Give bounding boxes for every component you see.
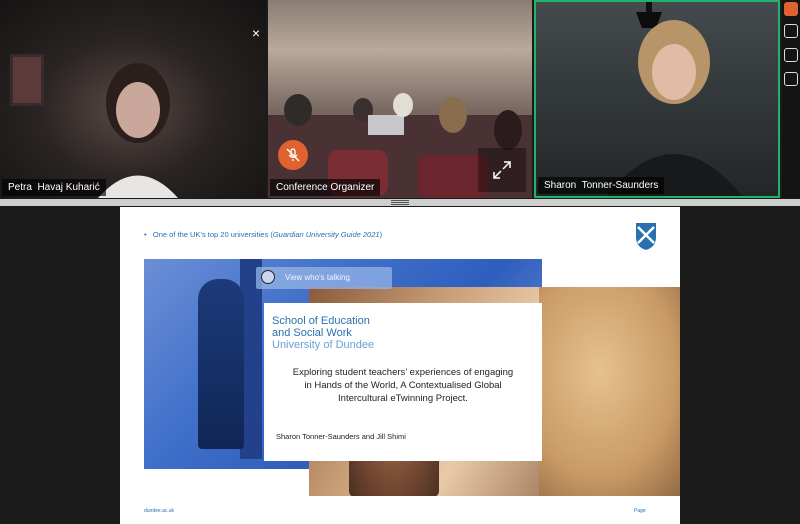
expand-icon	[493, 161, 511, 179]
slide-title-box: School of Education and Social Work Univ…	[264, 303, 542, 461]
presentation-authors: Sharon Tonner-Saunders and Jill Shimi	[276, 432, 406, 441]
camera-icon[interactable]	[784, 24, 798, 38]
slide-footer-url: dundee.ac.uk	[144, 508, 175, 514]
mic-muted-icon[interactable]	[784, 2, 798, 16]
shared-slide: • One of the UK’s top 20 universities (G…	[120, 207, 680, 524]
drag-handle-icon[interactable]	[391, 199, 409, 206]
video-tile-petra[interactable]: × Petra Havaj Kuharić	[0, 0, 266, 198]
school-name: School of Education and Social Work Univ…	[272, 315, 375, 351]
avatar-icon	[261, 270, 275, 284]
close-icon[interactable]: ×	[252, 26, 260, 40]
more-options-icon[interactable]	[784, 72, 798, 86]
resize-divider[interactable]	[0, 199, 800, 206]
expand-button[interactable]	[478, 148, 526, 192]
video-tile-sharon[interactable]: Sharon Tonner-Saunders	[534, 0, 780, 198]
side-toolbar	[782, 0, 800, 198]
participant-video-sharon	[606, 2, 742, 196]
participant-video-petra	[98, 63, 178, 198]
participant-name: Petra Havaj Kuharić	[2, 179, 106, 196]
slide-bullet: • One of the UK’s top 20 universities (G…	[144, 230, 383, 239]
mic-muted-icon[interactable]	[278, 140, 308, 170]
participant-name: Conference Organizer	[270, 179, 381, 196]
view-whos-talking-button[interactable]: View who's talking	[256, 267, 392, 289]
slide-footer-page: Page	[634, 508, 646, 514]
university-crest-icon	[636, 223, 656, 250]
share-screen-icon[interactable]	[784, 48, 798, 62]
wall-picture	[10, 54, 44, 106]
presentation-title: Exploring student teachers’ experiences …	[292, 367, 514, 404]
participant-name: Sharon Tonner-Saunders	[538, 177, 665, 194]
